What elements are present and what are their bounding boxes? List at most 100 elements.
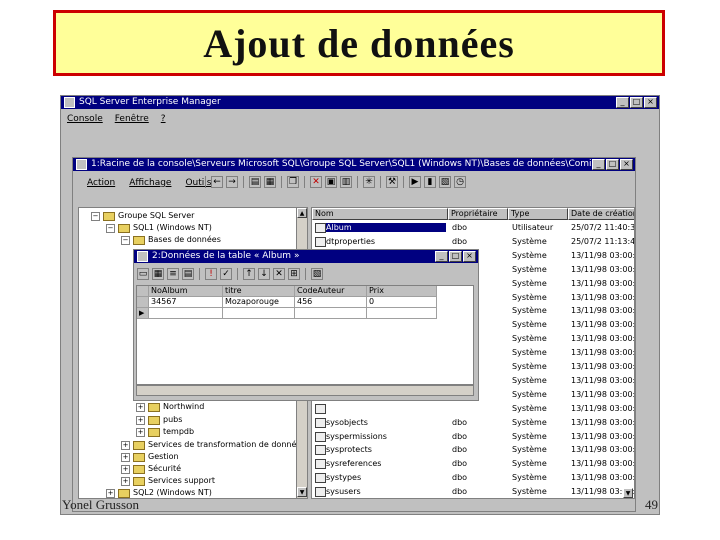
new-table-icon[interactable]: ▧: [439, 176, 451, 188]
menu-console[interactable]: Console: [67, 112, 103, 126]
console-titlebar[interactable]: 1:Racine de la console\Serveurs Microsof…: [73, 158, 635, 171]
list-cell-type: Utilisateur: [512, 223, 554, 232]
data-maximize-button[interactable]: □: [449, 251, 462, 262]
scroll-down-icon[interactable]: ▼: [623, 488, 633, 498]
tree-item-dts[interactable]: + Services de transformation de données: [121, 439, 305, 451]
console-menubar: Action Affichage Outils: [87, 176, 211, 190]
close-button[interactable]: ×: [644, 97, 657, 108]
tree-item-northwind[interactable]: + Northwind: [136, 401, 204, 413]
up-folder-icon[interactable]: ▤: [249, 176, 261, 188]
expand-icon[interactable]: +: [121, 440, 130, 450]
minimize-button[interactable]: _: [616, 97, 629, 108]
show-tree-icon[interactable]: ▦: [264, 176, 276, 188]
remove-filter-icon[interactable]: ✕: [273, 268, 285, 280]
tree-item-pubs[interactable]: + pubs: [136, 414, 182, 426]
group-by-icon[interactable]: ⊞: [288, 268, 300, 280]
data-horizontal-scrollbar[interactable]: [136, 385, 474, 396]
table-list-row[interactable]: sysprotects dbo Système 13/11/98 03:00:1: [312, 443, 634, 456]
tree-item-securite[interactable]: + Sécurité: [121, 463, 181, 475]
grid-cell[interactable]: 456: [295, 297, 367, 308]
column-header-proprietaire[interactable]: Propriétaire: [448, 208, 508, 220]
expand-icon[interactable]: +: [121, 476, 130, 486]
grid-cell[interactable]: Mozaporouge: [223, 297, 295, 308]
table-list-row[interactable]: syspermissions dbo Système 13/11/98 03:00:1: [312, 430, 634, 443]
scroll-up-icon[interactable]: ▲: [297, 208, 307, 218]
tree-item-groupe-sql-server[interactable]: − Groupe SQL Server: [91, 210, 194, 222]
grid-cell-new[interactable]: [367, 308, 437, 319]
menu-affichage[interactable]: Affichage: [129, 176, 171, 190]
sort-asc-icon[interactable]: ↑: [243, 268, 255, 280]
sort-desc-icon[interactable]: ↓: [258, 268, 270, 280]
data-minimize-button[interactable]: _: [435, 251, 448, 262]
maximize-button[interactable]: □: [630, 97, 643, 108]
console-minimize-button[interactable]: _: [592, 159, 605, 170]
app-titlebar[interactable]: SQL Server Enterprise Manager _ □ ×: [61, 96, 659, 109]
delete-icon[interactable]: ✕: [310, 176, 322, 188]
grid-header-codeauteur[interactable]: CodeAuteur: [295, 286, 367, 297]
grid-cell-new[interactable]: [295, 308, 367, 319]
app-menubar: Console Fenêtre ?: [67, 112, 166, 126]
collapse-icon[interactable]: −: [106, 223, 115, 233]
refresh-icon[interactable]: ▥: [340, 176, 352, 188]
row-selector[interactable]: [137, 297, 149, 308]
tree-item-sql1[interactable]: − SQL1 (Windows NT): [106, 222, 212, 234]
run-icon[interactable]: ▶: [409, 176, 421, 188]
table-list-row[interactable]: dtproperties dbo Système 25/07/2 11:13:4: [312, 235, 634, 248]
console-close-button[interactable]: ×: [620, 159, 633, 170]
menu-help[interactable]: ?: [161, 112, 166, 126]
run-query-icon[interactable]: !: [205, 268, 217, 280]
column-header-date[interactable]: Date de création: [568, 208, 634, 220]
tools-icon[interactable]: ⚒: [386, 176, 398, 188]
wizard-icon[interactable]: ✳: [363, 176, 375, 188]
add-table-icon[interactable]: ▧: [311, 268, 323, 280]
data-window-titlebar[interactable]: 2:Données de la table « Album » _ □ ×: [134, 250, 478, 263]
expand-icon[interactable]: +: [121, 464, 130, 474]
show-sql-icon[interactable]: ≡: [167, 268, 179, 280]
tree-item-tempdb[interactable]: + tempdb: [136, 426, 194, 438]
expand-icon[interactable]: +: [136, 427, 145, 437]
column-header-type[interactable]: Type: [508, 208, 568, 220]
data-toolbar: ▭ ▦ ≡ ▤ ! ✓ ↑ ↓ ✕ ⊞ ▧: [137, 268, 323, 280]
column-header-nom[interactable]: Nom: [312, 208, 448, 220]
expand-icon[interactable]: +: [136, 402, 145, 412]
table-list-row[interactable]: sysreferences dbo Système 13/11/98 03:00:1: [312, 457, 634, 470]
grid-cell-new[interactable]: [149, 308, 223, 319]
database-icon[interactable]: ▮: [424, 176, 436, 188]
table-list-row[interactable]: Système 13/11/98 03:00:1: [312, 402, 634, 415]
menu-action[interactable]: Action: [87, 176, 115, 190]
list-cell-date: 13/11/98 03:00:1: [571, 320, 635, 330]
folder-icon: [133, 235, 145, 245]
table-list-row[interactable]: systypes dbo Système 13/11/98 03:00:1: [312, 471, 634, 484]
table-list-row[interactable]: Album dbo Utilisateur 25/07/2 11:40:3: [312, 221, 634, 234]
show-results-icon[interactable]: ▤: [182, 268, 194, 280]
console-maximize-button[interactable]: □: [606, 159, 619, 170]
scroll-down-icon[interactable]: ▼: [297, 487, 307, 497]
collapse-icon[interactable]: −: [121, 235, 130, 245]
show-grid-icon[interactable]: ▦: [152, 268, 164, 280]
grid-cell-new[interactable]: [223, 308, 295, 319]
expand-icon[interactable]: +: [136, 415, 145, 425]
schedule-icon[interactable]: ◷: [454, 176, 466, 188]
tree-item-gestion[interactable]: + Gestion: [121, 451, 179, 463]
menu-fenetre[interactable]: Fenêtre: [115, 112, 149, 126]
show-diagram-icon[interactable]: ▭: [137, 268, 149, 280]
tree-item-services-support[interactable]: + Services support: [121, 475, 215, 487]
table-list-row[interactable]: sysobjects dbo Système 13/11/98 03:00:1: [312, 416, 634, 429]
grid-cell[interactable]: 0: [367, 297, 437, 308]
table-list-row[interactable]: sysusers dbo Système 13/11/98 03:00:1: [312, 485, 634, 498]
tree-item-bases-de-donnees[interactable]: − Bases de données: [121, 234, 221, 246]
data-close-button[interactable]: ×: [463, 251, 476, 262]
back-arrow-icon[interactable]: ←: [211, 176, 223, 188]
expand-icon[interactable]: +: [121, 452, 130, 462]
grid-header-prix[interactable]: Prix: [367, 286, 437, 297]
data-grid[interactable]: NoAlbum titre CodeAuteur Prix 34567 Moza…: [136, 285, 474, 385]
collapse-icon[interactable]: −: [91, 211, 100, 221]
properties-icon[interactable]: ▣: [325, 176, 337, 188]
verify-sql-icon[interactable]: ✓: [220, 268, 232, 280]
current-row-indicator-icon[interactable]: ▶: [137, 308, 149, 319]
grid-header-titre[interactable]: titre: [223, 286, 295, 297]
grid-header-noalbum[interactable]: NoAlbum: [149, 286, 223, 297]
copy-icon[interactable]: ❐: [287, 176, 299, 188]
grid-cell[interactable]: 34567: [149, 297, 223, 308]
forward-arrow-icon[interactable]: →: [226, 176, 238, 188]
